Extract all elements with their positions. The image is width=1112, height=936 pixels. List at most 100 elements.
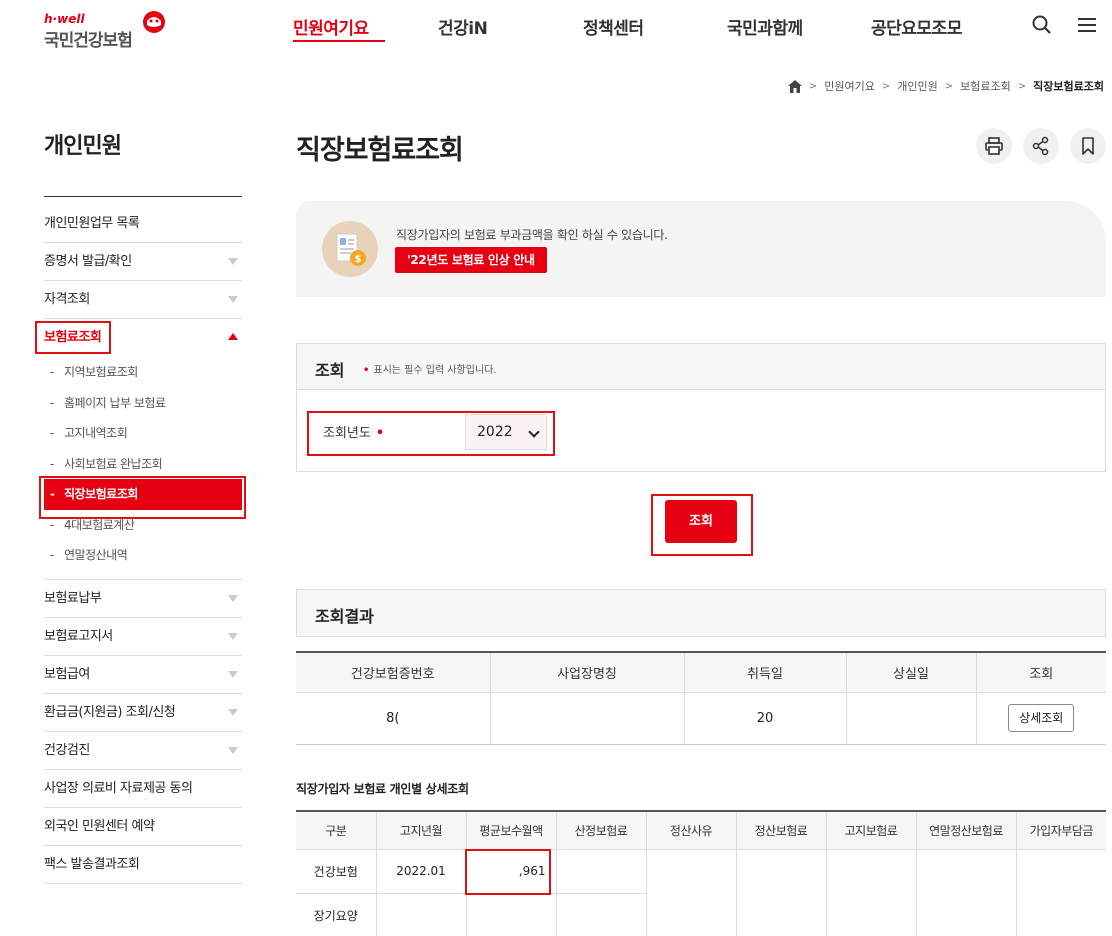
submenu-item-label: 홈페이지 납부 보험료 [64, 395, 166, 410]
submenu-item-label: 사회보험료 완납조회 [64, 456, 163, 471]
home-icon[interactable] [787, 79, 802, 93]
column-header: 정산사유 [645, 811, 736, 850]
caret-down-icon [228, 746, 238, 754]
nav-complaints[interactable]: 민원여기요 [293, 14, 369, 39]
submenu-item-regional-premium[interactable]: - 지역보험료조회 [44, 357, 242, 388]
table-row: 8( 20 상세조회 [296, 692, 1106, 745]
sidebar-item-label: 보험료납부 [44, 590, 102, 606]
sidebar-item-eligibility[interactable]: 자격조회 [44, 281, 242, 319]
card-number-cell: 8( [296, 692, 490, 745]
table-header-row: 구분 고지년월 평균보수월액 산정보험료 정산사유 정산보험료 고지보험료 연말… [296, 811, 1106, 850]
sidebar-item-label: 외국인 민원센터 예약 [44, 818, 155, 834]
submenu-item-notice-history[interactable]: - 고지내역조회 [44, 418, 242, 449]
nav-policy-center[interactable]: 정책센터 [583, 14, 644, 39]
chevron-right-icon: > [944, 80, 954, 92]
sidebar-menu: 개인민원업무 목록 증명서 발급/확인 자격조회 보험료조회 - 지역보험료조회 … [44, 205, 242, 884]
caret-down-icon [228, 258, 238, 265]
sidebar-item-fax-result[interactable]: 팩스 발송결과조회 [44, 846, 242, 884]
year-select[interactable]: 2022 [465, 414, 547, 450]
chevron-right-icon: > [1017, 80, 1027, 92]
submenu-item-full-payment[interactable]: - 사회보험료 완납조회 [44, 449, 242, 480]
sidebar-item-label: 자격조회 [44, 292, 90, 307]
query-form: 조회 • 표시는 필수 입력 사항입니다. 조회년도 • 2022 [296, 343, 1106, 472]
detail-view-button[interactable]: 상세조회 [1008, 704, 1075, 732]
breadcrumb: > 민원여기요 > 개인민원 > 보험료조회 > 직장보험료조회 [787, 77, 1104, 95]
premium-increase-notice-button[interactable]: '22년도 보험료 인상 안내 [395, 247, 547, 273]
logo-name: 국민건강보험 [44, 31, 133, 51]
column-header: 사업장명칭 [489, 652, 684, 693]
breadcrumb-item[interactable]: 민원여기요 [824, 78, 875, 94]
caret-down-icon [228, 296, 238, 303]
sidebar-item-premium-payment[interactable]: 보험료납부 [44, 580, 242, 618]
table-row: 장기요양 [296, 893, 1106, 936]
info-text: 직장가입자의 보험료 부과금액을 확인 하실 수 있습니다. [396, 228, 668, 242]
submenu-item-year-end-settlement[interactable]: - 연말정산내역 [44, 540, 242, 571]
caret-down-icon [228, 708, 238, 716]
acquired-date-cell: 20 [683, 692, 846, 745]
search-button[interactable]: 조회 [665, 500, 737, 543]
query-heading: 조회 [315, 361, 345, 380]
menu-icon[interactable] [1076, 14, 1098, 36]
chevron-right-icon: > [808, 80, 818, 92]
nav-health-in[interactable]: 건강iN [438, 14, 488, 39]
submenu-item-label: 지역보험료조회 [64, 365, 138, 379]
sidebar-item-label: 보험료조회 [44, 330, 102, 345]
sidebar-item-label: 보험급여 [44, 666, 90, 682]
breadcrumb-item[interactable]: 개인민원 [897, 78, 937, 94]
document-coin-icon: $ [322, 221, 378, 277]
sidebar-item-label: 개인민원업무 목록 [44, 216, 140, 231]
logo-tagline: h·well [44, 12, 85, 26]
caret-down-icon [228, 632, 238, 640]
submenu-item-web-paid-premium[interactable]: - 홈페이지 납부 보험료 [44, 388, 242, 419]
avg-pay-cell: ,961 [465, 849, 556, 894]
query-header: 조회 • 표시는 필수 입력 사항입니다. [297, 344, 1105, 390]
avg-pay-cell [465, 893, 556, 936]
nav-about[interactable]: 공단요모조모 [871, 14, 962, 39]
column-header: 연말정산보험료 [915, 811, 1016, 850]
page-title: 직장보험료조회 [296, 135, 464, 166]
sidebar-item-label: 증명서 발급/확인 [44, 254, 132, 269]
sidebar-item-foreigner-center[interactable]: 외국인 민원센터 예약 [44, 808, 242, 846]
sidebar-item-certificates[interactable]: 증명서 발급/확인 [44, 243, 242, 281]
column-header: 산정보험료 [555, 811, 646, 850]
sidebar-item-refund[interactable]: 환급금(지원금) 조회/신청 [44, 694, 242, 732]
lost-date-cell [845, 692, 976, 745]
table-header-row: 건강보험증번호 사업장명칭 취득일 상실일 조회 [296, 652, 1106, 693]
breadcrumb-item[interactable]: 보험료조회 [960, 78, 1011, 94]
nav-with-public[interactable]: 국민과함께 [727, 14, 803, 39]
share-button[interactable] [1023, 128, 1059, 164]
sidebar-item-medical-data-consent[interactable]: 사업장 의료비 자료제공 동의 [44, 770, 242, 808]
submenu-item-workplace-premium[interactable]: - 직장보험료조회 [44, 479, 242, 510]
chevron-right-icon: > [881, 80, 891, 92]
site-header: h·well 국민건강보험 민원여기요 건강iN 정책센터 국민과함께 공단요모… [0, 0, 1112, 60]
column-header: 정산보험료 [735, 811, 826, 850]
sidebar-item-premium-bill[interactable]: 보험료고지서 [44, 618, 242, 656]
breadcrumb-current: 직장보험료조회 [1033, 80, 1104, 93]
column-header: 취득일 [683, 652, 846, 693]
sidebar-item-benefits[interactable]: 보험급여 [44, 656, 242, 694]
table-row: 건강보험 2022.01 ,961 [296, 849, 1106, 894]
type-cell: 건강보험 [296, 849, 376, 894]
detail-table: 구분 고지년월 평균보수월액 산정보험료 정산사유 정산보험료 고지보험료 연말… [296, 810, 1106, 936]
share-icon [1032, 136, 1049, 156]
year-label: 조회년도 • [323, 426, 385, 441]
nav-active-underline [293, 40, 385, 42]
result-heading: 조회결과 [315, 607, 374, 626]
search-icon[interactable] [1031, 14, 1053, 36]
nhis-logo[interactable]: h·well 국민건강보험 [44, 8, 174, 51]
sidebar-item-premium-inquiry[interactable]: 보험료조회 [44, 319, 242, 357]
submenu-item-premium-calculator[interactable]: -4대보험료계산 [44, 510, 242, 541]
bookmark-icon [1082, 137, 1094, 155]
sidebar-item-checkup[interactable]: 건강검진 [44, 732, 242, 770]
type-cell: 장기요양 [313, 908, 358, 923]
result-header: 조회결과 [296, 589, 1106, 637]
bookmark-button[interactable] [1070, 128, 1106, 164]
sidebar-item-complaint-list[interactable]: 개인민원업무 목록 [44, 205, 242, 243]
detail-title: 직장가입자 보험료 개인별 상세조회 [296, 782, 469, 796]
sidebar-item-label: 팩스 발송결과조회 [44, 856, 140, 872]
print-button[interactable] [976, 128, 1012, 164]
column-header: 구분 [296, 811, 376, 850]
sidebar-divider [44, 196, 242, 197]
column-header: 건강보험증번호 [296, 652, 490, 693]
sidebar-item-label: 사업장 의료비 자료제공 동의 [44, 780, 193, 796]
